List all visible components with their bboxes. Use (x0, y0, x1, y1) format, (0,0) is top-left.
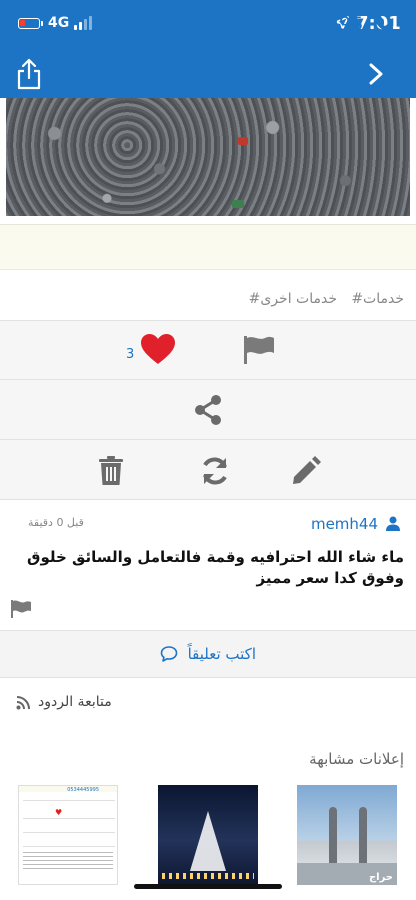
home-indicator (134, 884, 282, 889)
battery-icon (18, 18, 43, 29)
report-flag-icon[interactable] (242, 335, 276, 365)
comment-time: قبل 0 دقيقة (28, 516, 84, 529)
chevron-right-icon[interactable] (366, 62, 386, 86)
heart-icon[interactable] (140, 333, 176, 365)
thumb-phone: 0534445995 (67, 787, 99, 793)
signal-icon (74, 16, 94, 30)
thumb-statue (359, 807, 367, 863)
thumb-statue (329, 807, 337, 863)
trash-icon[interactable] (98, 456, 124, 486)
edit-pencil-icon[interactable] (290, 455, 322, 487)
similar-ad-thumbnail[interactable] (158, 785, 258, 885)
tag-link[interactable]: #خدمات اخرى (249, 291, 337, 307)
thumb-divider (23, 846, 115, 847)
share-nodes-icon[interactable] (192, 394, 224, 426)
thumb-text-lines (23, 852, 113, 870)
similar-ad-thumbnail[interactable]: 0534445995 ♥ (18, 785, 118, 885)
rss-icon[interactable] (16, 696, 30, 710)
thumb-tree-shape (190, 811, 226, 871)
network-label: 4G (48, 15, 70, 31)
phone-icon[interactable] (372, 12, 394, 34)
thumb-divider (23, 832, 115, 833)
thumb-watermark: حراج (368, 872, 393, 883)
phone-number[interactable]: 0534445995 (238, 13, 364, 35)
tag-link[interactable]: #خدمات (351, 291, 404, 307)
comment-bubble-icon[interactable] (160, 645, 178, 663)
user-icon (386, 516, 400, 531)
like-count: 3 (126, 347, 135, 362)
tags-row: #خدمات #خدمات اخرى (0, 280, 416, 320)
thumb-divider (23, 818, 115, 819)
listing-photo[interactable] (6, 98, 410, 216)
refresh-icon[interactable] (199, 455, 231, 487)
phone-row[interactable] (0, 224, 416, 270)
similar-ads-title: إعلانات مشابهة (309, 750, 404, 768)
comment-text: ماء شاء الله احترافيه وقمة فالتعامل والس… (27, 548, 404, 587)
thumb-heart-icon: ♥ (55, 808, 63, 817)
share-icon[interactable] (16, 58, 42, 90)
thumb-divider (23, 800, 115, 801)
write-comment-label[interactable]: اكتب تعليقاً (188, 645, 256, 663)
photo-detail (232, 200, 244, 208)
actions-row (0, 320, 416, 380)
photo-detail (238, 137, 248, 145)
follow-replies-link[interactable]: متابعة الردود (38, 694, 112, 710)
thumb-lights (162, 873, 254, 879)
report-comment-flag-icon[interactable] (10, 600, 32, 618)
comment-username[interactable]: memh44 (311, 515, 378, 533)
similar-ad-thumbnail[interactable]: حراج (297, 785, 397, 885)
